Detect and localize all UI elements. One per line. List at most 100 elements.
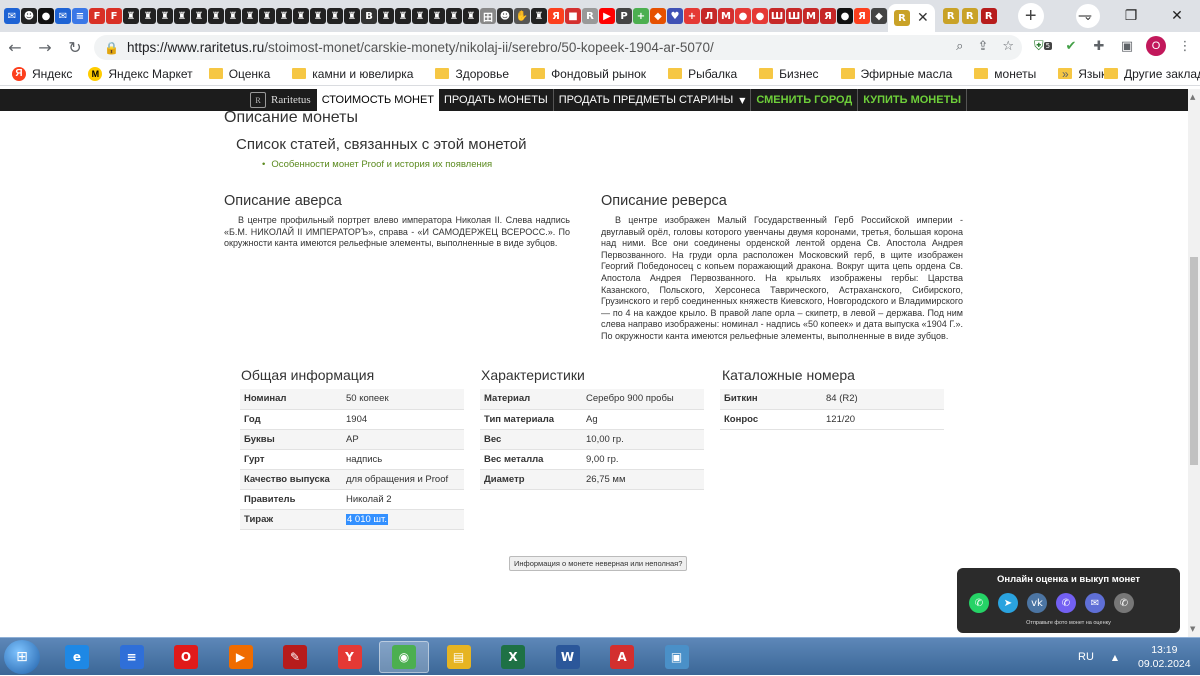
profile-avatar[interactable]: O (1146, 36, 1166, 56)
site-nav-item[interactable]: СМЕНИТЬ ГОРОД (751, 89, 859, 111)
address-bar[interactable]: 🔒 https://www.raritetus.ru/stoimost-mone… (94, 35, 1022, 60)
tab-favicon[interactable]: ♥ (667, 8, 683, 24)
site-logo[interactable]: R Raritetus (250, 92, 311, 108)
tab-favicon[interactable]: ✉ (55, 8, 71, 24)
bookmark-item[interactable]: Бизнес (759, 67, 819, 81)
share-icon[interactable]: ⇪ (977, 39, 988, 54)
tray-expand-icon[interactable]: ▲ (1112, 653, 1118, 662)
tab-favicon[interactable]: ♜ (191, 8, 207, 24)
site-nav-item[interactable]: ПРОДАТЬ ПРЕДМЕТЫ СТАРИНЫ ▼ (554, 89, 752, 111)
bookmark-star-icon[interactable]: ☆ (1002, 39, 1014, 54)
tab-favicon[interactable]: ● (752, 8, 768, 24)
tab-favicon[interactable]: ♜ (225, 8, 241, 24)
tab-favicon[interactable]: Я (854, 8, 870, 24)
zoom-icon[interactable]: ⌕ (956, 39, 963, 54)
tab-favicon[interactable]: ◆ (871, 8, 887, 24)
restore-icon[interactable]: ❐ (1108, 8, 1154, 24)
taskbar-app[interactable]: ✎ (270, 641, 320, 673)
taskbar-app[interactable]: O (161, 641, 211, 673)
tab-favicon[interactable]: + (684, 8, 700, 24)
taskbar-app[interactable]: Y (325, 641, 375, 673)
tab-favicon[interactable]: ♜ (412, 8, 428, 24)
new-tab-button[interactable]: + (1017, 3, 1044, 29)
taskbar-app[interactable]: ▶ (216, 641, 266, 673)
tab-favicon[interactable]: B (361, 8, 377, 24)
tab-favicon[interactable]: ♜ (242, 8, 258, 24)
bookmark-item[interactable]: Фондовый рынок (531, 67, 646, 81)
tab-favicon[interactable]: P (616, 8, 632, 24)
active-tab[interactable]: R ✕ (888, 4, 935, 32)
tab-favicon[interactable]: ♜ (174, 8, 190, 24)
article-link[interactable]: • Особенности монет Proof и история их по… (262, 159, 492, 170)
tab-favicon[interactable]: ♜ (446, 8, 462, 24)
bookmark-item[interactable]: Здоровье (435, 67, 509, 81)
close-window-icon[interactable]: ✕ (1154, 8, 1200, 24)
taskbar-app[interactable]: ◉ (379, 641, 429, 673)
tab-favicon[interactable]: ☻ (497, 8, 513, 24)
start-button[interactable]: ⊞ (4, 640, 40, 674)
tab-favicon[interactable]: ▶ (599, 8, 615, 24)
taskbar-app[interactable]: ≡ (107, 641, 157, 673)
bookmark-item[interactable]: камни и ювелирка (292, 67, 413, 81)
shield-extension-icon[interactable]: ⛨ 5 (1034, 37, 1053, 55)
tab-favicon[interactable]: ♜ (327, 8, 343, 24)
tab-favicon[interactable]: + (633, 8, 649, 24)
leaf-extension-icon[interactable]: ✔ (1062, 37, 1080, 55)
tab-favicon[interactable]: ☻ (21, 8, 37, 24)
reload-icon[interactable]: ↻ (60, 38, 90, 57)
vk-icon[interactable]: vk (1027, 593, 1047, 613)
side-panel-icon[interactable]: ▣ (1118, 37, 1136, 55)
tab-favicon[interactable]: ✉ (4, 8, 20, 24)
phone-icon[interactable]: ✆ (1114, 593, 1134, 613)
tab-favicon[interactable]: M (803, 8, 819, 24)
tab-favicon[interactable]: R (942, 8, 959, 24)
tab-favicon[interactable]: Я (548, 8, 564, 24)
bookmark-item[interactable]: Эфирные масла (840, 67, 952, 81)
bookmark-item[interactable]: Оценка (208, 67, 270, 81)
bookmark-item[interactable]: Рыбалка (668, 67, 737, 81)
bookmarks-overflow-button[interactable]: » (1062, 67, 1069, 81)
report-error-button[interactable]: Информация о монете неверная или неполна… (509, 556, 688, 571)
tab-favicon[interactable]: 田 (480, 8, 496, 24)
tab-favicon[interactable]: ♜ (531, 8, 547, 24)
tab-favicon[interactable]: M (718, 8, 734, 24)
menu-icon[interactable]: ⋮ (1176, 37, 1194, 55)
taskbar-app[interactable]: e (52, 641, 102, 673)
email-icon[interactable]: ✉ (1085, 593, 1105, 613)
taskbar-app[interactable]: X (488, 641, 538, 673)
tab-favicon[interactable]: ♜ (293, 8, 309, 24)
tab-favicon[interactable]: Я (820, 8, 836, 24)
tab-favicon[interactable]: ♜ (310, 8, 326, 24)
tab-favicon[interactable]: R (961, 8, 978, 24)
bookmark-item[interactable]: Я Яндекс (12, 66, 72, 81)
site-nav-item[interactable]: ПРОДАТЬ МОНЕТЫ (439, 89, 554, 111)
tab-favicon[interactable]: Ш (786, 8, 802, 24)
lock-icon[interactable]: 🔒 (104, 41, 119, 55)
tab-favicon[interactable]: ≡ (72, 8, 88, 24)
tab-favicon[interactable]: ♜ (429, 8, 445, 24)
whatsapp-icon[interactable]: ✆ (969, 593, 989, 613)
tab-favicon[interactable]: Л (701, 8, 717, 24)
tab-favicon[interactable]: ♜ (463, 8, 479, 24)
clock[interactable]: 13:19 09.02.2024 (1138, 643, 1191, 671)
site-nav-item[interactable]: КУПИТЬ МОНЕТЫ (858, 89, 968, 111)
bookmark-item[interactable]: монеты (974, 67, 1036, 81)
other-bookmarks[interactable]: Другие закладки (1104, 67, 1200, 81)
language-indicator[interactable]: RU (1078, 651, 1094, 663)
forward-icon[interactable]: → (30, 38, 60, 57)
tab-favicon[interactable]: ♜ (208, 8, 224, 24)
taskbar-app[interactable]: ▣ (652, 641, 702, 673)
tab-favicon[interactable]: ♜ (140, 8, 156, 24)
tab-favicon[interactable]: ♜ (157, 8, 173, 24)
tab-favicon[interactable]: F (106, 8, 122, 24)
url-text[interactable]: https://www.raritetus.ru/stoimost-monet/… (127, 40, 714, 55)
tab-favicon[interactable]: ♜ (344, 8, 360, 24)
tab-favicon[interactable]: ◆ (650, 8, 666, 24)
tab-favicon[interactable]: R (980, 8, 997, 24)
site-nav-item[interactable]: СТОИМОСТЬ МОНЕТ (316, 89, 439, 111)
taskbar-app[interactable]: ▤ (434, 641, 484, 673)
tab-favicon[interactable]: R (582, 8, 598, 24)
tab-favicon[interactable]: ♜ (276, 8, 292, 24)
tab-favicon[interactable]: ♜ (395, 8, 411, 24)
scroll-up-icon[interactable]: ▲ (1190, 93, 1195, 101)
